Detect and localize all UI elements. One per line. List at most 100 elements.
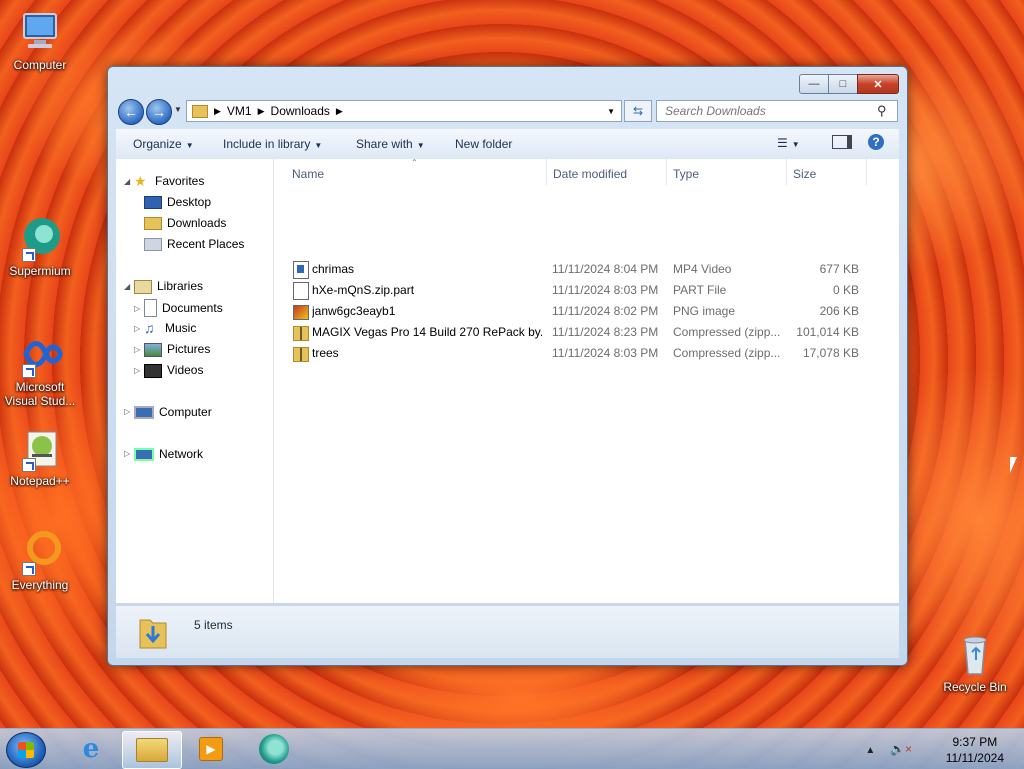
column-name[interactable]: Name	[292, 167, 324, 181]
arrow-right-icon: →	[152, 104, 166, 120]
show-hidden-icons-button[interactable]: ▲	[865, 745, 875, 756]
table-row[interactable]: trees 11/11/2024 8:03 PM Compressed (zip…	[274, 343, 899, 364]
nav-label: Libraries	[157, 279, 204, 293]
nav-desktop[interactable]: Desktop	[144, 194, 211, 209]
nav-label: Favorites	[155, 174, 205, 188]
refresh-button[interactable]: ⇆	[624, 100, 652, 122]
file-date: 11/11/2024 8:23 PM	[552, 325, 659, 339]
change-view-button[interactable]: ☰ ▼	[777, 136, 800, 150]
include-in-library-button[interactable]: Include in library ▼	[223, 137, 322, 151]
column-divider[interactable]	[666, 159, 667, 185]
desktop-icon-everything[interactable]: Everything	[0, 528, 80, 592]
table-row[interactable]: chrimas 11/11/2024 8:04 PM MP4 Video 677…	[274, 259, 899, 280]
desktop-icon-notepadpp[interactable]: Notepad++	[0, 424, 80, 488]
collapsed-arrow-icon[interactable]: ▷	[134, 324, 144, 333]
nav-computer[interactable]: ▷ Computer	[124, 404, 212, 419]
view-list-icon: ☰	[777, 136, 788, 150]
zip-folder-icon	[293, 326, 309, 341]
share-with-button[interactable]: Share with ▼	[356, 137, 425, 151]
taskbar-internet-explorer[interactable]: e	[62, 731, 120, 767]
maximize-button[interactable]: □	[828, 74, 858, 94]
column-type[interactable]: Type	[673, 167, 699, 181]
mouse-cursor-icon	[1010, 457, 1017, 473]
expand-arrow-icon[interactable]: ◢	[124, 177, 134, 186]
taskbar: e ▶ ▲ 🔈× 9:37 PM 11/11/2024	[0, 728, 1024, 769]
sort-ascending-icon: ⌃	[411, 158, 418, 167]
chevron-down-icon: ▼	[416, 141, 425, 150]
breadcrumb-vm1[interactable]: VM1	[227, 104, 252, 118]
media-player-icon: ▶	[199, 737, 223, 761]
libraries-icon	[134, 280, 152, 294]
expand-arrow-icon[interactable]: ◢	[124, 282, 134, 291]
taskbar-file-explorer[interactable]	[122, 731, 182, 769]
nav-documents[interactable]: ▷ Documents	[134, 299, 223, 317]
nav-label: Network	[159, 446, 204, 461]
close-button[interactable]: ✕	[857, 74, 899, 94]
taskbar-clock[interactable]: 9:37 PM 11/11/2024	[946, 734, 1004, 766]
desktop-icon-visual-studio[interactable]: Microsoft Visual Stud...	[0, 330, 80, 408]
collapsed-arrow-icon[interactable]: ▷	[134, 304, 144, 313]
column-divider[interactable]	[866, 159, 867, 185]
taskbar-media-player[interactable]: ▶	[182, 731, 240, 767]
search-icon[interactable]: ⚲	[877, 103, 887, 119]
address-dropdown-icon[interactable]: ▼	[607, 107, 615, 116]
column-header-row: ⌃ Name Date modified Type Size	[274, 158, 899, 185]
chevron-down-icon: ▼	[185, 141, 194, 150]
desktop-icon-computer[interactable]: Computer	[0, 8, 80, 72]
nav-label: Pictures	[167, 342, 211, 356]
file-type: PART File	[673, 283, 727, 297]
column-date-modified[interactable]: Date modified	[553, 167, 627, 181]
address-bar[interactable]: ▶ VM1 ▶ Downloads ▶ ▼	[186, 100, 622, 122]
volume-muted-icon[interactable]: 🔈×	[890, 742, 912, 756]
desktop-icon-label: Recycle Bin	[943, 680, 1007, 694]
preview-pane-button[interactable]	[832, 135, 852, 152]
minimize-button[interactable]: —	[799, 74, 829, 94]
desktop-icon-supermium[interactable]: Supermium	[0, 214, 80, 278]
organize-button[interactable]: Organize ▼	[133, 137, 194, 151]
nav-label: Desktop	[167, 194, 212, 209]
table-row[interactable]: janw6gc3eayb1 11/11/2024 8:02 PM PNG ima…	[274, 301, 899, 322]
notepadpp-icon	[16, 424, 64, 472]
collapsed-arrow-icon[interactable]: ▷	[124, 449, 134, 458]
shortcut-arrow-icon	[22, 458, 36, 472]
column-divider[interactable]	[786, 159, 787, 185]
pictures-icon	[144, 343, 162, 357]
file-date: 11/11/2024 8:02 PM	[552, 304, 659, 318]
breadcrumb-downloads[interactable]: Downloads	[271, 104, 330, 118]
collapsed-arrow-icon[interactable]: ▷	[134, 366, 144, 375]
maximize-icon: □	[839, 78, 847, 90]
table-row[interactable]: hXe-mQnS.zip.part 11/11/2024 8:03 PM PAR…	[274, 280, 899, 301]
file-name: chrimas	[312, 262, 355, 276]
nav-downloads[interactable]: Downloads	[144, 215, 226, 230]
nav-libraries[interactable]: ◢ Libraries	[124, 278, 203, 294]
back-button[interactable]: ←	[118, 99, 144, 125]
desktop-icon-recycle-bin[interactable]: Recycle Bin	[935, 630, 1015, 694]
file-explorer-icon	[136, 738, 168, 762]
file-date: 11/11/2024 8:03 PM	[552, 283, 659, 297]
start-button[interactable]	[6, 732, 46, 768]
recent-pages-dropdown[interactable]: ▼	[174, 105, 182, 114]
search-box[interactable]: ⚲	[656, 100, 898, 122]
file-name: janw6gc3eayb1	[312, 304, 396, 318]
explorer-window[interactable]: — □ ✕ ← → ▼ ▶ VM1 ▶ Downloads ▶ ▼ ⇆ ⚲ Or…	[107, 66, 908, 666]
nav-favorites[interactable]: ◢ ★ Favorites	[124, 173, 204, 189]
navigation-pane: ◢ ★ Favorites Desktop Downloads Recent P…	[116, 159, 274, 603]
desktop-icon-label: Notepad++	[10, 474, 70, 488]
column-size[interactable]: Size	[793, 167, 816, 181]
new-folder-button[interactable]: New folder	[455, 137, 512, 151]
taskbar-supermium[interactable]	[245, 731, 303, 767]
music-icon: ♫	[144, 320, 155, 336]
collapsed-arrow-icon[interactable]: ▷	[134, 345, 144, 354]
help-button[interactable]: ?	[868, 134, 884, 150]
windows-logo-icon	[18, 742, 34, 758]
forward-button[interactable]: →	[146, 99, 172, 125]
table-row[interactable]: MAGIX Vegas Pro 14 Build 270 RePack by..…	[274, 322, 899, 343]
collapsed-arrow-icon[interactable]: ▷	[124, 407, 134, 416]
nav-videos[interactable]: ▷ Videos	[134, 362, 203, 378]
nav-pictures[interactable]: ▷ Pictures	[134, 341, 210, 357]
search-input[interactable]	[663, 103, 877, 119]
column-divider[interactable]	[546, 159, 547, 185]
nav-recent-places[interactable]: Recent Places	[144, 236, 244, 251]
nav-network[interactable]: ▷ Network	[124, 446, 203, 461]
nav-music[interactable]: ▷ ♫ Music	[134, 320, 196, 336]
